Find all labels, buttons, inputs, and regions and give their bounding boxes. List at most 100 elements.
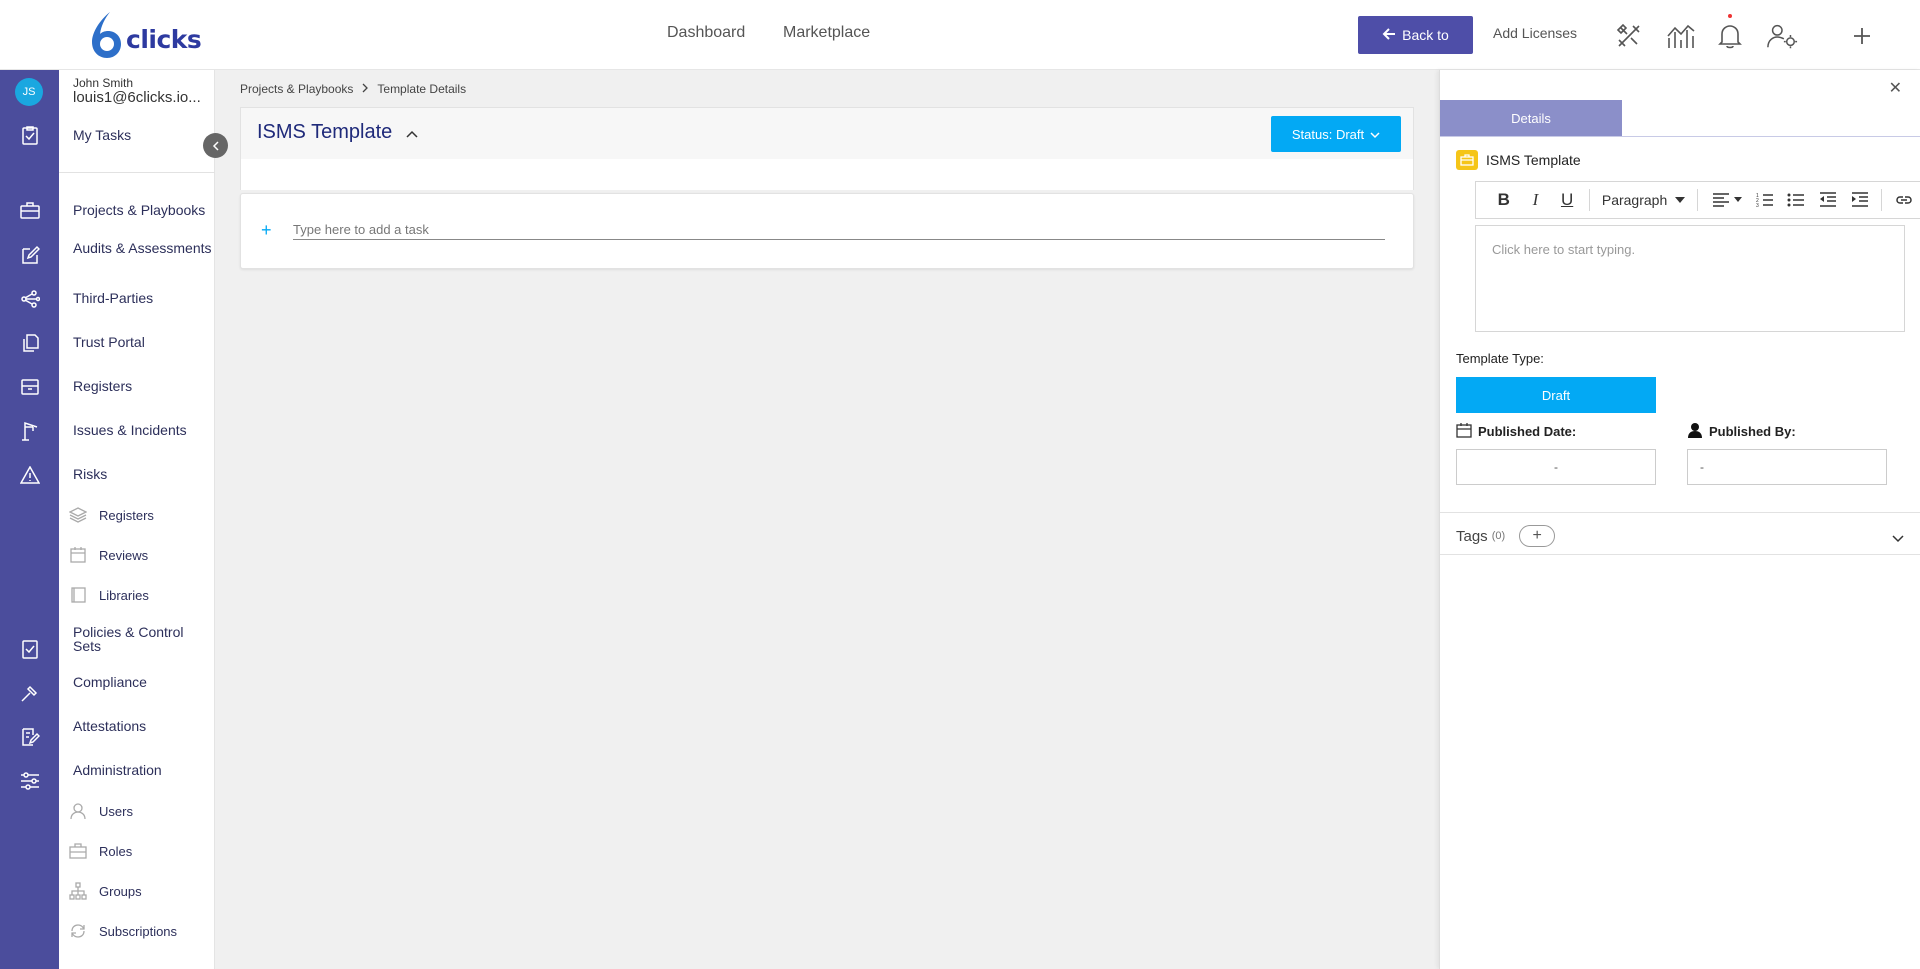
- bold-button[interactable]: B: [1488, 185, 1520, 215]
- status-dropdown-button[interactable]: Status: Draft: [1271, 116, 1401, 152]
- chevron-up-icon[interactable]: [406, 121, 418, 144]
- policy-icon[interactable]: [19, 638, 41, 660]
- caret-down-icon: [1675, 197, 1686, 203]
- italic-button[interactable]: I: [1520, 185, 1552, 215]
- nav-dashboard[interactable]: Dashboard: [667, 24, 745, 42]
- edit-icon[interactable]: [19, 244, 41, 266]
- underline-button[interactable]: U: [1551, 185, 1583, 215]
- add-task-input[interactable]: [293, 220, 1385, 240]
- layers-icon: [69, 506, 87, 524]
- submenu-subscriptions[interactable]: Subscriptions: [69, 922, 177, 940]
- submenu-groups[interactable]: Groups: [69, 882, 142, 900]
- bulleted-list-icon: [1787, 193, 1805, 207]
- menu-projects-playbooks[interactable]: Projects & Playbooks: [73, 203, 213, 217]
- breadcrumb-projects-playbooks[interactable]: Projects & Playbooks: [240, 82, 353, 96]
- panel-title-text: ISMS Template: [1486, 152, 1581, 168]
- published-date-field: -: [1456, 449, 1656, 485]
- attestation-icon[interactable]: [19, 726, 41, 748]
- outdent-icon: [1819, 192, 1836, 207]
- task-list-card: +: [240, 193, 1414, 269]
- menu-administration[interactable]: Administration: [73, 763, 213, 777]
- numbered-list-icon: 123: [1756, 193, 1773, 208]
- arrow-left-icon: [1382, 27, 1396, 44]
- bell-icon[interactable]: [1714, 14, 1746, 52]
- sliders-icon[interactable]: [19, 770, 41, 792]
- details-panel: ✕ Details ISMS Template B I U Paragraph …: [1439, 70, 1920, 969]
- add-tag-button[interactable]: +: [1519, 525, 1556, 547]
- toolbar-divider: [1588, 189, 1590, 211]
- documents-icon[interactable]: [19, 332, 41, 354]
- chevron-right-icon: [361, 82, 369, 96]
- toolbar-divider: [1881, 189, 1883, 211]
- indent-button[interactable]: [1844, 185, 1876, 215]
- user-name: John Smith: [73, 76, 134, 90]
- clipboard-check-icon[interactable]: [19, 124, 41, 146]
- back-button-label: Back to: [1402, 27, 1449, 43]
- logo-text: clicks: [126, 25, 202, 54]
- briefcase-icon[interactable]: [19, 199, 41, 221]
- plus-icon[interactable]: [1846, 20, 1878, 52]
- add-task-plus-icon[interactable]: +: [261, 220, 272, 241]
- collapse-sidebar-button[interactable]: [203, 133, 228, 158]
- panel-divider: [1440, 512, 1920, 513]
- numbered-list-button[interactable]: 123: [1749, 185, 1781, 215]
- avatar[interactable]: JS: [15, 78, 43, 106]
- warning-icon[interactable]: [19, 464, 41, 486]
- network-icon[interactable]: [19, 288, 41, 310]
- submenu-roles[interactable]: Roles: [69, 842, 132, 860]
- menu-trust-portal[interactable]: Trust Portal: [73, 335, 213, 349]
- link-button[interactable]: [1888, 185, 1920, 215]
- template-title-group[interactable]: ISMS Template: [257, 121, 418, 144]
- menu-audits-assessments[interactable]: Audits & Assessments: [73, 241, 213, 255]
- template-type-draft-button[interactable]: Draft: [1456, 377, 1656, 413]
- calendar-icon: [1456, 422, 1472, 441]
- analytics-icon[interactable]: [1665, 20, 1697, 52]
- published-by-label: Published By:: [1687, 422, 1796, 441]
- menu-registers[interactable]: Registers: [73, 379, 213, 393]
- submenu-risk-reviews[interactable]: Reviews: [69, 546, 148, 564]
- menu-my-tasks[interactable]: My Tasks: [73, 128, 213, 142]
- breadcrumb: Projects & Playbooks Template Details: [240, 82, 466, 96]
- paragraph-select-label: Paragraph: [1601, 192, 1668, 208]
- logo[interactable]: clicks: [88, 10, 202, 60]
- submenu-label: Roles: [99, 843, 133, 859]
- submenu-risk-registers[interactable]: Registers: [69, 506, 154, 524]
- paragraph-select[interactable]: Paragraph: [1596, 192, 1691, 208]
- briefcase-icon: [1456, 150, 1478, 170]
- person-icon: [1687, 422, 1703, 441]
- submenu-risk-libraries[interactable]: Libraries: [69, 586, 149, 604]
- menu-attestations[interactable]: Attestations: [73, 719, 213, 733]
- chevron-down-icon: [1370, 127, 1380, 142]
- tab-divider: [1440, 136, 1920, 137]
- tags-section: Tags (0) +: [1456, 525, 1556, 547]
- submenu-users[interactable]: Users: [69, 802, 133, 820]
- menu-compliance[interactable]: Compliance: [73, 675, 213, 689]
- user-settings-icon[interactable]: [1766, 20, 1798, 52]
- align-left-icon: [1712, 193, 1742, 207]
- archive-icon[interactable]: [19, 376, 41, 398]
- svg-text:3: 3: [1756, 203, 1759, 208]
- bulleted-list-button[interactable]: [1781, 185, 1813, 215]
- user-icon: [69, 802, 87, 820]
- outdent-button[interactable]: [1812, 185, 1844, 215]
- status-label: Status: Draft: [1291, 126, 1365, 142]
- menu-risks[interactable]: Risks: [73, 467, 213, 481]
- tab-details[interactable]: Details: [1440, 100, 1622, 136]
- close-icon[interactable]: ✕: [1889, 78, 1902, 98]
- align-dropdown-button[interactable]: [1704, 185, 1749, 215]
- crane-icon[interactable]: [19, 420, 41, 442]
- menu-third-parties[interactable]: Third-Parties: [73, 291, 213, 305]
- tools-icon[interactable]: [1613, 20, 1645, 52]
- panel-title: ISMS Template: [1456, 150, 1581, 170]
- back-button[interactable]: Back to: [1358, 16, 1473, 54]
- published-by-text: Published By:: [1709, 424, 1796, 439]
- tags-label: Tags: [1456, 527, 1488, 545]
- chevron-down-icon[interactable]: [1892, 530, 1904, 548]
- add-licenses-link[interactable]: Add Licenses: [1493, 25, 1577, 41]
- nav-marketplace[interactable]: Marketplace: [783, 24, 870, 42]
- menu-issues-incidents[interactable]: Issues & Incidents: [73, 423, 213, 437]
- chevron-left-icon: [212, 140, 219, 151]
- description-editor[interactable]: Click here to start typing.: [1475, 225, 1905, 332]
- gavel-icon[interactable]: [19, 682, 41, 704]
- menu-policies-control-sets[interactable]: Policies & Control Sets: [73, 625, 213, 653]
